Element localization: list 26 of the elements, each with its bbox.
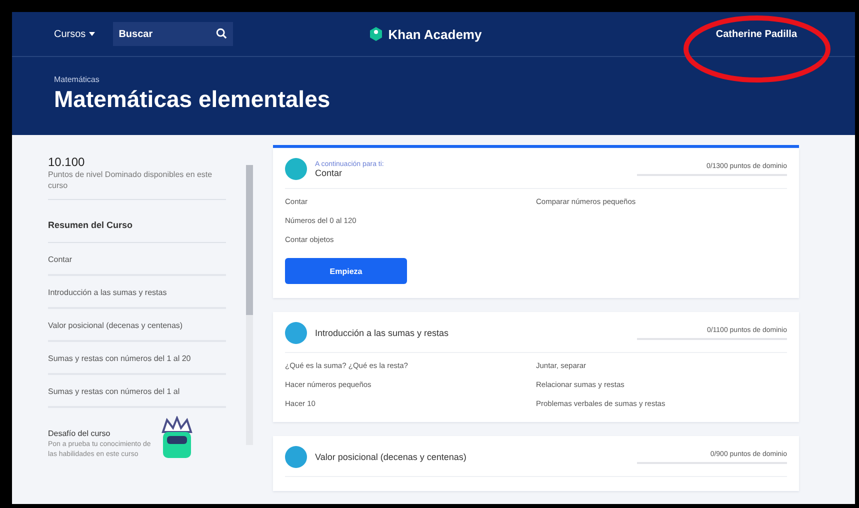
summary-title: Resumen del Curso bbox=[48, 200, 226, 243]
unit-icon bbox=[285, 158, 307, 180]
breadcrumb-link[interactable]: Matemáticas bbox=[54, 75, 813, 84]
caret-icon bbox=[88, 32, 95, 36]
challenge-title: Desafío del curso bbox=[48, 429, 112, 438]
unit-icon bbox=[285, 322, 307, 344]
points-value: 10.100 bbox=[48, 155, 86, 169]
unit-title[interactable]: Valor posicional (decenas y centenas) bbox=[315, 452, 629, 462]
start-button[interactable]: Empieza bbox=[285, 258, 407, 284]
search-field[interactable]: Buscar bbox=[112, 22, 233, 46]
unit-title[interactable]: Introducción a las sumas y restas bbox=[315, 328, 629, 338]
courses-menu[interactable]: Cursos bbox=[54, 28, 95, 40]
sidebar-item[interactable]: Contar bbox=[48, 243, 226, 276]
page-title: Matemáticas elementales bbox=[54, 86, 332, 113]
sidebar-item[interactable]: Introducción a las sumas y restas bbox=[48, 276, 226, 309]
sidebar-item[interactable]: Sumas y restas con números del 1 al 20 bbox=[48, 342, 226, 375]
unit-title[interactable]: Contar bbox=[315, 168, 629, 178]
search-icon[interactable] bbox=[216, 28, 227, 39]
sidebar-item[interactable]: Sumas y restas con números del 1 al bbox=[48, 375, 226, 408]
points-caption: Puntos de nivel Dominado disponibles en este curso bbox=[48, 169, 226, 200]
user-name-link[interactable]: Catherine Padilla bbox=[549, 28, 828, 40]
logo-text: Khan Academy bbox=[388, 26, 482, 42]
scrollbar-track[interactable] bbox=[246, 165, 253, 445]
sidebar-item[interactable]: Valor posicional (decenas y centenas) bbox=[48, 309, 226, 342]
unit-icon bbox=[285, 446, 307, 468]
scrollbar-thumb[interactable] bbox=[246, 165, 253, 315]
